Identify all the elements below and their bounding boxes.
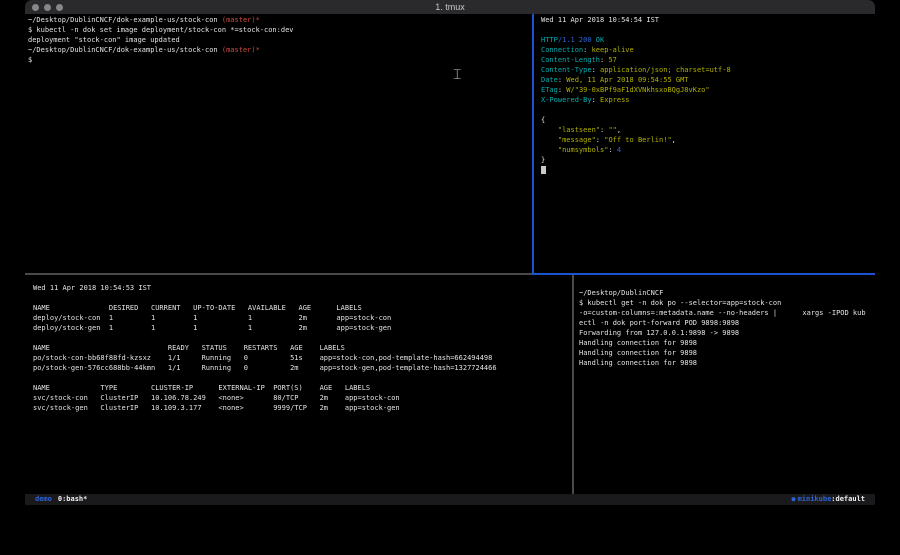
kubernetes-icon: ● (791, 494, 795, 505)
pane-http-watch-top-right[interactable]: Wed 11 Apr 2018 10:54:54 IST HTTP/1.1 20… (534, 14, 875, 273)
mouse-ibeam-cursor-icon: ⌶ (453, 68, 461, 82)
pane-kubectl-watch-text: Wed 11 Apr 2018 10:54:53 IST NAME DESIRE… (25, 275, 572, 413)
status-bar-left: demo 0:bash* (25, 494, 87, 505)
window-tab-bash[interactable]: 0:bash* (58, 494, 88, 505)
window-title: 1. tmux (435, 0, 465, 14)
pane-port-forward-text: ~/Desktop/DublinCNCF$ kubectl get -n dok… (574, 275, 875, 368)
terminal-window: 1. tmux ~/Desktop/DublinCNCF/dok-example… (25, 0, 875, 507)
kube-context: minikube (798, 494, 832, 505)
desktop-background: 1. tmux ~/Desktop/DublinCNCF/dok-example… (0, 0, 900, 555)
traffic-lights (32, 0, 63, 14)
pane-shell-top-left[interactable]: ~/Desktop/DublinCNCF/dok-example-us/stoc… (25, 14, 532, 273)
pane-http-watch-text: Wed 11 Apr 2018 10:54:54 IST HTTP/1.1 20… (534, 14, 875, 175)
session-name: demo (35, 494, 52, 505)
close-button[interactable] (32, 4, 39, 11)
pane-port-forward-bottom-right[interactable]: ~/Desktop/DublinCNCF$ kubectl get -n dok… (574, 275, 875, 494)
tmux-status-bar: demo 0:bash* ● minikube :default (25, 494, 875, 505)
pane-kubectl-watch-bottom-left[interactable]: Wed 11 Apr 2018 10:54:53 IST NAME DESIRE… (25, 275, 572, 494)
zoom-button[interactable] (56, 4, 63, 11)
window-titlebar[interactable]: 1. tmux (25, 0, 875, 14)
kube-namespace: :default (831, 494, 865, 505)
minimize-button[interactable] (44, 4, 51, 11)
status-bar-right: ● minikube :default (791, 494, 875, 505)
pane-shell-top-left-text: ~/Desktop/DublinCNCF/dok-example-us/stoc… (25, 14, 532, 65)
tmux-panes-area: ~/Desktop/DublinCNCF/dok-example-us/stoc… (25, 14, 875, 494)
